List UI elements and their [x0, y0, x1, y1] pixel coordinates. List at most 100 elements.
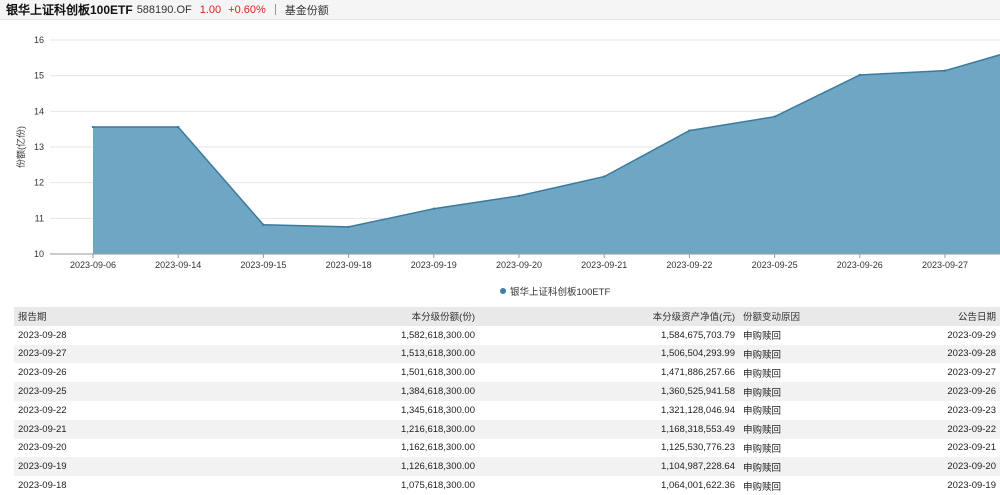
cell-report-date: 2023-09-27 [14, 344, 124, 364]
data-point [177, 125, 180, 129]
col-header-report-date[interactable]: 报告期 [14, 307, 124, 326]
cell-announce-date: 2023-09-21 [829, 438, 1000, 458]
legend-marker-icon [500, 288, 506, 294]
cell-shares: 1,162,618,300.00 [124, 438, 479, 458]
col-header-announce-date[interactable]: 公告日期 [829, 307, 1000, 326]
cell-net-assets: 1,360,525,941.58 [479, 382, 739, 401]
fund-name: 银华上证科创板100ETF [6, 3, 133, 17]
cell-net-assets: 1,584,675,703.79 [479, 325, 739, 345]
x-tick-label: 2023-09-22 [666, 260, 712, 270]
tab-fund-shares[interactable]: 基金份额 [285, 2, 329, 18]
cell-report-date: 2023-09-28 [14, 325, 124, 345]
data-point [432, 207, 435, 210]
y-tick-label: 10 [34, 249, 44, 259]
data-point [91, 125, 95, 129]
table-row[interactable]: 2023-09-26 1,501,618,300.00 1,471,886,257.… [14, 363, 1000, 383]
cell-announce-date: 2023-09-19 [829, 476, 1000, 495]
fund-change-pct: +0.60% [228, 3, 266, 16]
cell-report-date: 2023-09-18 [14, 476, 124, 495]
fund-code: 588190.OF [136, 3, 192, 16]
cell-announce-date: 2023-09-27 [829, 363, 1000, 383]
table-row[interactable]: 2023-09-18 1,075,618,300.00 1,064,001,622.… [14, 476, 1000, 495]
cell-announce-date: 2023-09-23 [829, 400, 1000, 420]
data-point [943, 69, 947, 72]
cell-change-reason: 申购赎回 [739, 363, 829, 383]
cell-report-date: 2023-09-22 [14, 400, 124, 420]
share-change-table: 报告期 本分级份额(份) 本分级资产净值(元) 份额变动原因 公告日期 2023… [14, 307, 1000, 495]
cell-announce-date: 2023-09-26 [829, 382, 1000, 401]
cell-report-date: 2023-09-26 [14, 363, 124, 383]
cell-net-assets: 1,506,504,293.99 [479, 344, 739, 364]
table-row[interactable]: 2023-09-21 1,216,618,300.00 1,168,318,553.… [14, 419, 1000, 439]
cell-net-assets: 1,168,318,553.49 [479, 419, 739, 439]
cell-report-date: 2023-09-21 [14, 419, 124, 439]
x-tick-label: 2023-09-15 [240, 260, 286, 270]
chart-legend[interactable]: 银华上证科创板100ETF [500, 284, 610, 298]
x-tick-label: 2023-09-06 [70, 260, 116, 270]
x-tick-label: 2023-09-19 [411, 260, 457, 270]
cell-report-date: 2023-09-19 [14, 457, 124, 477]
cell-shares: 1,501,618,300.00 [124, 363, 479, 383]
cell-change-reason: 申购赎回 [739, 325, 829, 345]
y-axis-label: 份额(亿份) [15, 126, 26, 168]
y-tick-label: 16 [34, 35, 44, 45]
share-chart: 10 11 12 13 14 15 16 份额(亿份) 2023-09-06 2023-09-14… [6, 22, 1000, 300]
cell-net-assets: 1,104,987,228.64 [479, 457, 739, 477]
y-tick-label: 14 [34, 106, 44, 116]
share-area-chart-svg: 10 11 12 13 14 15 16 份额(亿份) 2023-09-06 2023-09-14… [15, 35, 1000, 270]
table-row[interactable]: 2023-09-22 1,345,618,300.00 1,321,128,046.… [14, 400, 1000, 420]
header-divider [274, 4, 276, 15]
cell-change-reason: 申购赎回 [739, 419, 829, 439]
cell-shares: 1,216,618,300.00 [124, 419, 479, 439]
x-tick-label: 2023-09-26 [837, 260, 883, 270]
cell-shares: 1,126,618,300.00 [124, 457, 479, 477]
x-tick-label: 2023-09-21 [581, 260, 627, 270]
cell-net-assets: 1,064,001,622.36 [479, 476, 739, 495]
table-body: 2023-09-28 1,582,618,300.00 1,584,675,703.… [14, 325, 1000, 495]
fund-header: 银华上证科创板100ETF 588190.OF 1.00 +0.60% 基金份额 [0, 0, 1000, 20]
x-tick-label: 2023-09-18 [326, 260, 372, 270]
table-row[interactable]: 2023-09-19 1,126,618,300.00 1,104,987,228.… [14, 457, 1000, 477]
col-header-net-assets[interactable]: 本分级资产净值(元) [479, 307, 739, 326]
cell-announce-date: 2023-09-22 [829, 419, 1000, 439]
cell-change-reason: 申购赎回 [739, 344, 829, 364]
data-point [858, 73, 861, 77]
y-tick-label: 15 [34, 71, 44, 81]
cell-announce-date: 2023-09-29 [829, 325, 1000, 345]
table-header-row: 报告期 本分级份额(份) 本分级资产净值(元) 份额变动原因 公告日期 [14, 307, 1000, 326]
table-row[interactable]: 2023-09-25 1,384,618,300.00 1,360,525,941.… [14, 382, 1000, 401]
cell-announce-date: 2023-09-20 [829, 457, 1000, 477]
cell-change-reason: 申购赎回 [739, 382, 829, 401]
cell-shares: 1,075,618,300.00 [124, 476, 479, 495]
x-tick-label: 2023-09-14 [155, 260, 201, 270]
data-point [688, 129, 691, 132]
table-row[interactable]: 2023-09-27 1,513,618,300.00 1,506,504,293.… [14, 344, 1000, 364]
cell-net-assets: 1,321,128,046.94 [479, 400, 739, 420]
x-tick-label: 2023-09-25 [752, 260, 798, 270]
y-tick-label: 13 [34, 142, 44, 152]
cell-net-assets: 1,125,530,776.23 [479, 438, 739, 458]
data-point [603, 175, 606, 178]
cell-shares: 1,345,618,300.00 [124, 400, 479, 420]
table-row[interactable]: 2023-09-20 1,162,618,300.00 1,125,530,776.… [14, 438, 1000, 458]
col-header-change-reason[interactable]: 份额变动原因 [739, 307, 829, 326]
share-table-container: 报告期 本分级份额(份) 本分级资产净值(元) 份额变动原因 公告日期 2023… [14, 307, 1000, 495]
data-point [773, 115, 776, 118]
cell-report-date: 2023-09-20 [14, 438, 124, 458]
data-point [517, 194, 521, 198]
legend-label: 银华上证科创板100ETF [510, 287, 611, 298]
series-area [93, 54, 1000, 254]
cell-net-assets: 1,471,886,257.66 [479, 363, 739, 383]
x-tick-label: 2023-09-20 [496, 260, 542, 270]
fund-price: 1.00 [199, 3, 222, 16]
y-tick-label: 12 [34, 178, 44, 188]
table-row[interactable]: 2023-09-28 1,582,618,300.00 1,584,675,703.… [14, 325, 1000, 345]
cell-report-date: 2023-09-25 [14, 382, 124, 401]
col-header-shares[interactable]: 本分级份额(份) [124, 307, 479, 326]
cell-change-reason: 申购赎回 [739, 457, 829, 477]
cell-shares: 1,384,618,300.00 [124, 382, 479, 401]
data-point [262, 223, 265, 226]
cell-change-reason: 申购赎回 [739, 476, 829, 495]
cell-shares: 1,513,618,300.00 [124, 344, 479, 364]
y-tick-label: 11 [35, 213, 44, 223]
